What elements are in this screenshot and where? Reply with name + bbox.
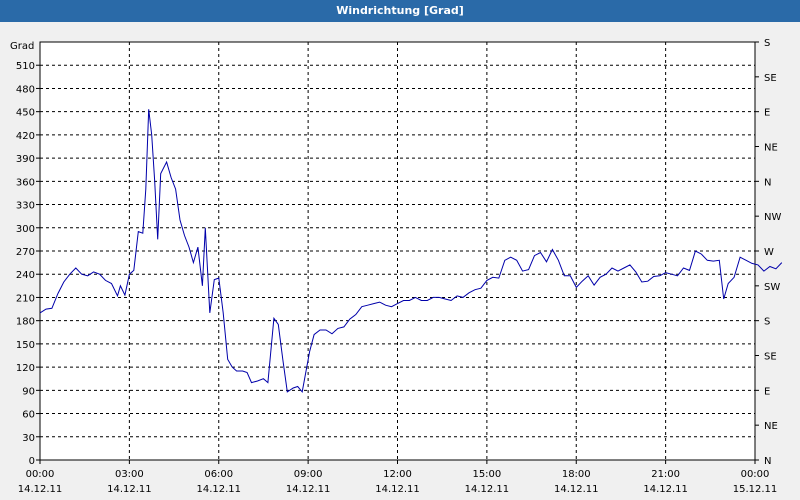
x-tick-date: 14.12.11	[643, 484, 688, 495]
x-tick-time: 03:00	[115, 469, 144, 480]
y-tick-label: 480	[16, 84, 35, 95]
x-tick-time: 00:00	[26, 469, 55, 480]
right-tick-label: NE	[764, 143, 778, 154]
wind-direction-chart: 0 30 60 90 120 150 180 210 240 270 300 330 360 390 420…	[10, 38, 783, 495]
x-tick-time: 15:00	[472, 469, 501, 480]
y-tick-label: 90	[22, 386, 35, 397]
right-tick-label: E	[764, 386, 770, 397]
right-tick-label: E	[764, 108, 770, 119]
y-tick-label: 30	[22, 433, 35, 444]
y-axis: 0 30 60 90 120 150 180 210 240 270 300 330 360 390 420…	[16, 61, 40, 467]
y-tick-label: 450	[16, 108, 35, 119]
x-tick-time: 21:00	[651, 469, 680, 480]
right-axis: N NE E SE S SW W NW N NE E SE S	[755, 38, 781, 467]
x-axis: 00:00 14.12.11 03:00 14.12.11 06:00 14.12.11 0…	[18, 460, 778, 495]
x-tick-date: 14.12.11	[286, 484, 331, 495]
window-title: Windrichtung [Grad]	[0, 0, 800, 22]
x-tick-date: 14.12.11	[196, 484, 241, 495]
x-tick-date: 14.12.11	[18, 484, 63, 495]
x-tick-date: 14.12.11	[465, 484, 510, 495]
right-tick-label: N	[764, 456, 771, 467]
right-tick-label: W	[764, 247, 774, 258]
y-tick-label: 270	[16, 247, 35, 258]
x-tick-time: 18:00	[562, 469, 591, 480]
x-tick-time: 00:00	[741, 469, 770, 480]
y-tick-label: 420	[16, 131, 35, 142]
x-tick-time: 09:00	[294, 469, 323, 480]
y-tick-label: 180	[16, 317, 35, 328]
y-axis-label: Grad	[10, 41, 34, 52]
right-tick-label: S	[764, 38, 770, 49]
y-tick-label: 510	[16, 61, 35, 72]
y-tick-label: 60	[22, 410, 35, 421]
y-tick-label: 390	[16, 154, 35, 165]
right-tick-label: S	[764, 317, 770, 328]
right-tick-label: SW	[764, 282, 780, 293]
x-tick-date: 14.12.11	[375, 484, 420, 495]
right-tick-label: N	[764, 177, 771, 188]
y-tick-label: 330	[16, 201, 35, 212]
right-tick-label: SE	[764, 352, 777, 363]
right-tick-label: NE	[764, 421, 778, 432]
right-tick-label: NW	[764, 212, 781, 223]
x-tick-time: 12:00	[383, 469, 412, 480]
y-tick-label: 360	[16, 177, 35, 188]
y-tick-label: 120	[16, 363, 35, 374]
y-tick-label: 300	[16, 224, 35, 235]
y-tick-label: 0	[29, 456, 35, 467]
x-tick-date: 14.12.11	[554, 484, 599, 495]
right-tick-label: SE	[764, 73, 777, 84]
x-tick-time: 06:00	[204, 469, 233, 480]
x-tick-date: 15.12.11	[733, 484, 778, 495]
x-tick-date: 14.12.11	[107, 484, 152, 495]
y-tick-label: 210	[16, 293, 35, 304]
y-tick-label: 150	[16, 340, 35, 351]
y-tick-label: 240	[16, 270, 35, 281]
